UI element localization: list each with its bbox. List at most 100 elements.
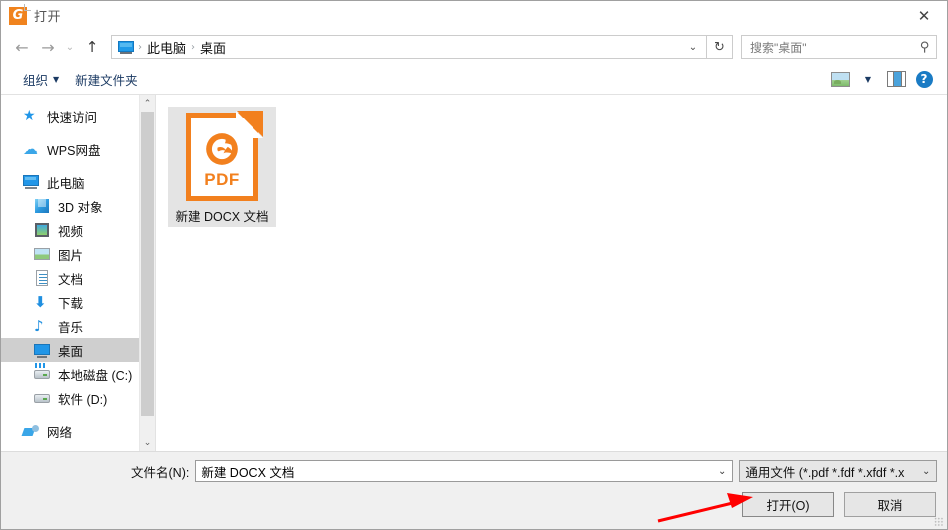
star-icon: ★ — [23, 108, 36, 124]
refresh-icon[interactable]: ↻ — [707, 35, 733, 59]
breadcrumb-separator: › — [138, 41, 142, 53]
documents-icon — [34, 270, 51, 286]
filetype-value: 通用文件 (*.pdf *.fdf *.xfdf *.x — [745, 465, 905, 480]
change-view-button[interactable] — [827, 67, 853, 91]
new-folder-label: 新建文件夹 — [75, 73, 138, 88]
videos-icon — [34, 222, 51, 238]
this-pc-icon — [118, 40, 134, 54]
view-options-icon — [830, 71, 850, 87]
organize-label: 组织 — [23, 73, 49, 88]
sidebar-item-label: 文档 — [58, 272, 84, 287]
search-placeholder: 搜索"桌面" — [750, 40, 807, 55]
filetype-select[interactable]: 通用文件 (*.pdf *.fdf *.xfdf *.x ⌄ — [739, 460, 938, 482]
title-bar: G 打开 ✕ — [1, 1, 947, 30]
drive-icon — [34, 390, 51, 406]
sidebar-item-documents[interactable]: 文档 — [1, 266, 155, 290]
breadcrumb-item-desktop[interactable]: 桌面 — [197, 38, 229, 57]
search-icon: ⚲ — [920, 39, 930, 55]
file-item[interactable]: PDF 新建 DOCX 文档 — [168, 107, 276, 227]
pdf-file-icon: PDF — [181, 111, 263, 203]
desktop-icon — [34, 342, 51, 358]
this-pc-icon — [23, 174, 40, 190]
sidebar-item-quick-access[interactable]: ★ 快速访问 — [1, 104, 155, 128]
filename-label: 文件名(N): — [131, 465, 190, 480]
sidebar-item-desktop[interactable]: 桌面 — [1, 338, 155, 362]
sidebar-item-label: 网络 — [47, 425, 73, 440]
view-dropdown-button[interactable]: ▼ — [855, 67, 881, 91]
sidebar-item-label: WPS网盘 — [47, 143, 101, 158]
close-icon[interactable]: ✕ — [901, 1, 947, 30]
open-button[interactable]: 打开(O) — [742, 492, 834, 517]
breadcrumb-item-this-pc[interactable]: 此电脑 — [144, 38, 189, 57]
back-button[interactable]: ← — [9, 34, 35, 60]
cloud-icon: ☁ — [23, 140, 38, 158]
sidebar-item-3d-objects[interactable]: 3D 对象 — [1, 194, 155, 218]
pictures-icon — [34, 246, 51, 262]
foxit-g-glyph: G — [12, 7, 24, 23]
filename-input[interactable]: 新建 DOCX 文档 ⌄ — [195, 460, 734, 482]
chevron-down-icon[interactable]: ⌄ — [682, 36, 704, 58]
pdf-badge-label: PDF — [204, 170, 240, 189]
help-icon: ? — [915, 70, 933, 88]
navigation-pane: ★ 快速访问 ☁ WPS网盘 此电脑 3D 对象 视频 图片 文档 ⬇ 下载 ♪… — [1, 95, 156, 451]
chevron-down-icon: ▼ — [864, 74, 872, 84]
scroll-up-icon[interactable]: ⌃ — [140, 95, 155, 112]
address-bar[interactable]: › 此电脑 › 桌面 ⌄ — [111, 35, 707, 59]
preview-pane-icon — [886, 71, 906, 87]
search-input[interactable]: 搜索"桌面" ⚲ — [741, 35, 937, 59]
button-row: 打开(O) 取消 — [1, 492, 947, 517]
sidebar-item-label: 视频 — [58, 224, 84, 239]
sidebar-item-software-d[interactable]: 软件 (D:) — [1, 386, 155, 410]
dialog-body: ★ 快速访问 ☁ WPS网盘 此电脑 3D 对象 视频 图片 文档 ⬇ 下载 ♪… — [1, 95, 947, 451]
navigation-bar: ← → ⌄ ↑ › 此电脑 › 桌面 ⌄ ↻ 搜索"桌面" ⚲ — [1, 30, 947, 64]
sidebar-item-network[interactable]: 网络 — [1, 419, 155, 443]
dialog-footer: 文件名(N): 新建 DOCX 文档 ⌄ 通用文件 (*.pdf *.fdf *… — [1, 451, 947, 529]
scrollbar-thumb[interactable] — [141, 112, 154, 416]
downloads-icon: ⬇ — [34, 293, 47, 311]
forward-button[interactable]: → — [35, 34, 61, 60]
sidebar-item-downloads[interactable]: ⬇ 下载 — [1, 290, 155, 314]
foxit-app-icon: G — [9, 3, 31, 25]
sidebar-item-videos[interactable]: 视频 — [1, 218, 155, 242]
filename-row: 文件名(N): 新建 DOCX 文档 ⌄ 通用文件 (*.pdf *.fdf *… — [1, 452, 947, 482]
sidebar-item-label: 图片 — [58, 248, 84, 263]
chevron-down-icon[interactable]: ⌄ — [714, 466, 730, 477]
network-icon — [23, 423, 40, 439]
window-title: 打开 — [34, 9, 62, 24]
open-file-dialog: G 打开 ✕ ← → ⌄ ↑ › 此电脑 › 桌面 ⌄ ↻ 搜索"桌面" ⚲ 组… — [0, 0, 948, 530]
sidebar-item-wps-cloud[interactable]: ☁ WPS网盘 — [1, 137, 155, 161]
3d-objects-icon — [34, 198, 51, 214]
filename-value: 新建 DOCX 文档 — [201, 465, 295, 480]
sidebar-item-label: 快速访问 — [47, 110, 98, 125]
cancel-button[interactable]: 取消 — [844, 492, 936, 517]
toolbar-right-group: ▼ ? — [827, 67, 937, 91]
sidebar-item-label: 桌面 — [58, 344, 84, 359]
local-disk-icon — [34, 363, 51, 382]
sidebar-item-label: 3D 对象 — [58, 200, 103, 215]
sidebar-item-label: 此电脑 — [47, 176, 85, 191]
sidebar-item-pictures[interactable]: 图片 — [1, 242, 155, 266]
preview-pane-button[interactable] — [883, 67, 909, 91]
new-folder-button[interactable]: 新建文件夹 — [67, 66, 146, 93]
sidebar-item-label: 软件 (D:) — [58, 392, 108, 407]
chevron-down-icon[interactable]: ⌄ — [918, 466, 934, 477]
file-item-label: 新建 DOCX 文档 — [175, 210, 269, 224]
sidebar-item-local-disk-c[interactable]: 本地磁盘 (C:) — [1, 362, 155, 386]
resize-grip[interactable] — [934, 517, 944, 527]
recent-locations-button[interactable]: ⌄ — [61, 34, 79, 60]
up-button[interactable]: ↑ — [79, 34, 105, 60]
organize-button[interactable]: 组织 ▼ — [15, 66, 67, 93]
foxit-fox-logo-icon — [206, 133, 238, 165]
command-toolbar: 组织 ▼ 新建文件夹 ▼ ? — [1, 64, 947, 95]
sidebar-item-label: 本地磁盘 (C:) — [58, 368, 133, 383]
file-list-pane[interactable]: PDF 新建 DOCX 文档 — [156, 95, 947, 451]
breadcrumb-separator: › — [191, 41, 196, 53]
scroll-down-icon[interactable]: ⌄ — [140, 434, 155, 451]
music-icon: ♪ — [34, 317, 44, 335]
sidebar-item-label: 下载 — [58, 296, 84, 311]
chevron-down-icon: ▼ — [53, 74, 60, 84]
help-button[interactable]: ? — [911, 67, 937, 91]
sidebar-item-music[interactable]: ♪ 音乐 — [1, 314, 155, 338]
sidebar-scrollbar[interactable]: ⌃ ⌄ — [139, 95, 155, 451]
sidebar-item-this-pc[interactable]: 此电脑 — [1, 170, 155, 194]
